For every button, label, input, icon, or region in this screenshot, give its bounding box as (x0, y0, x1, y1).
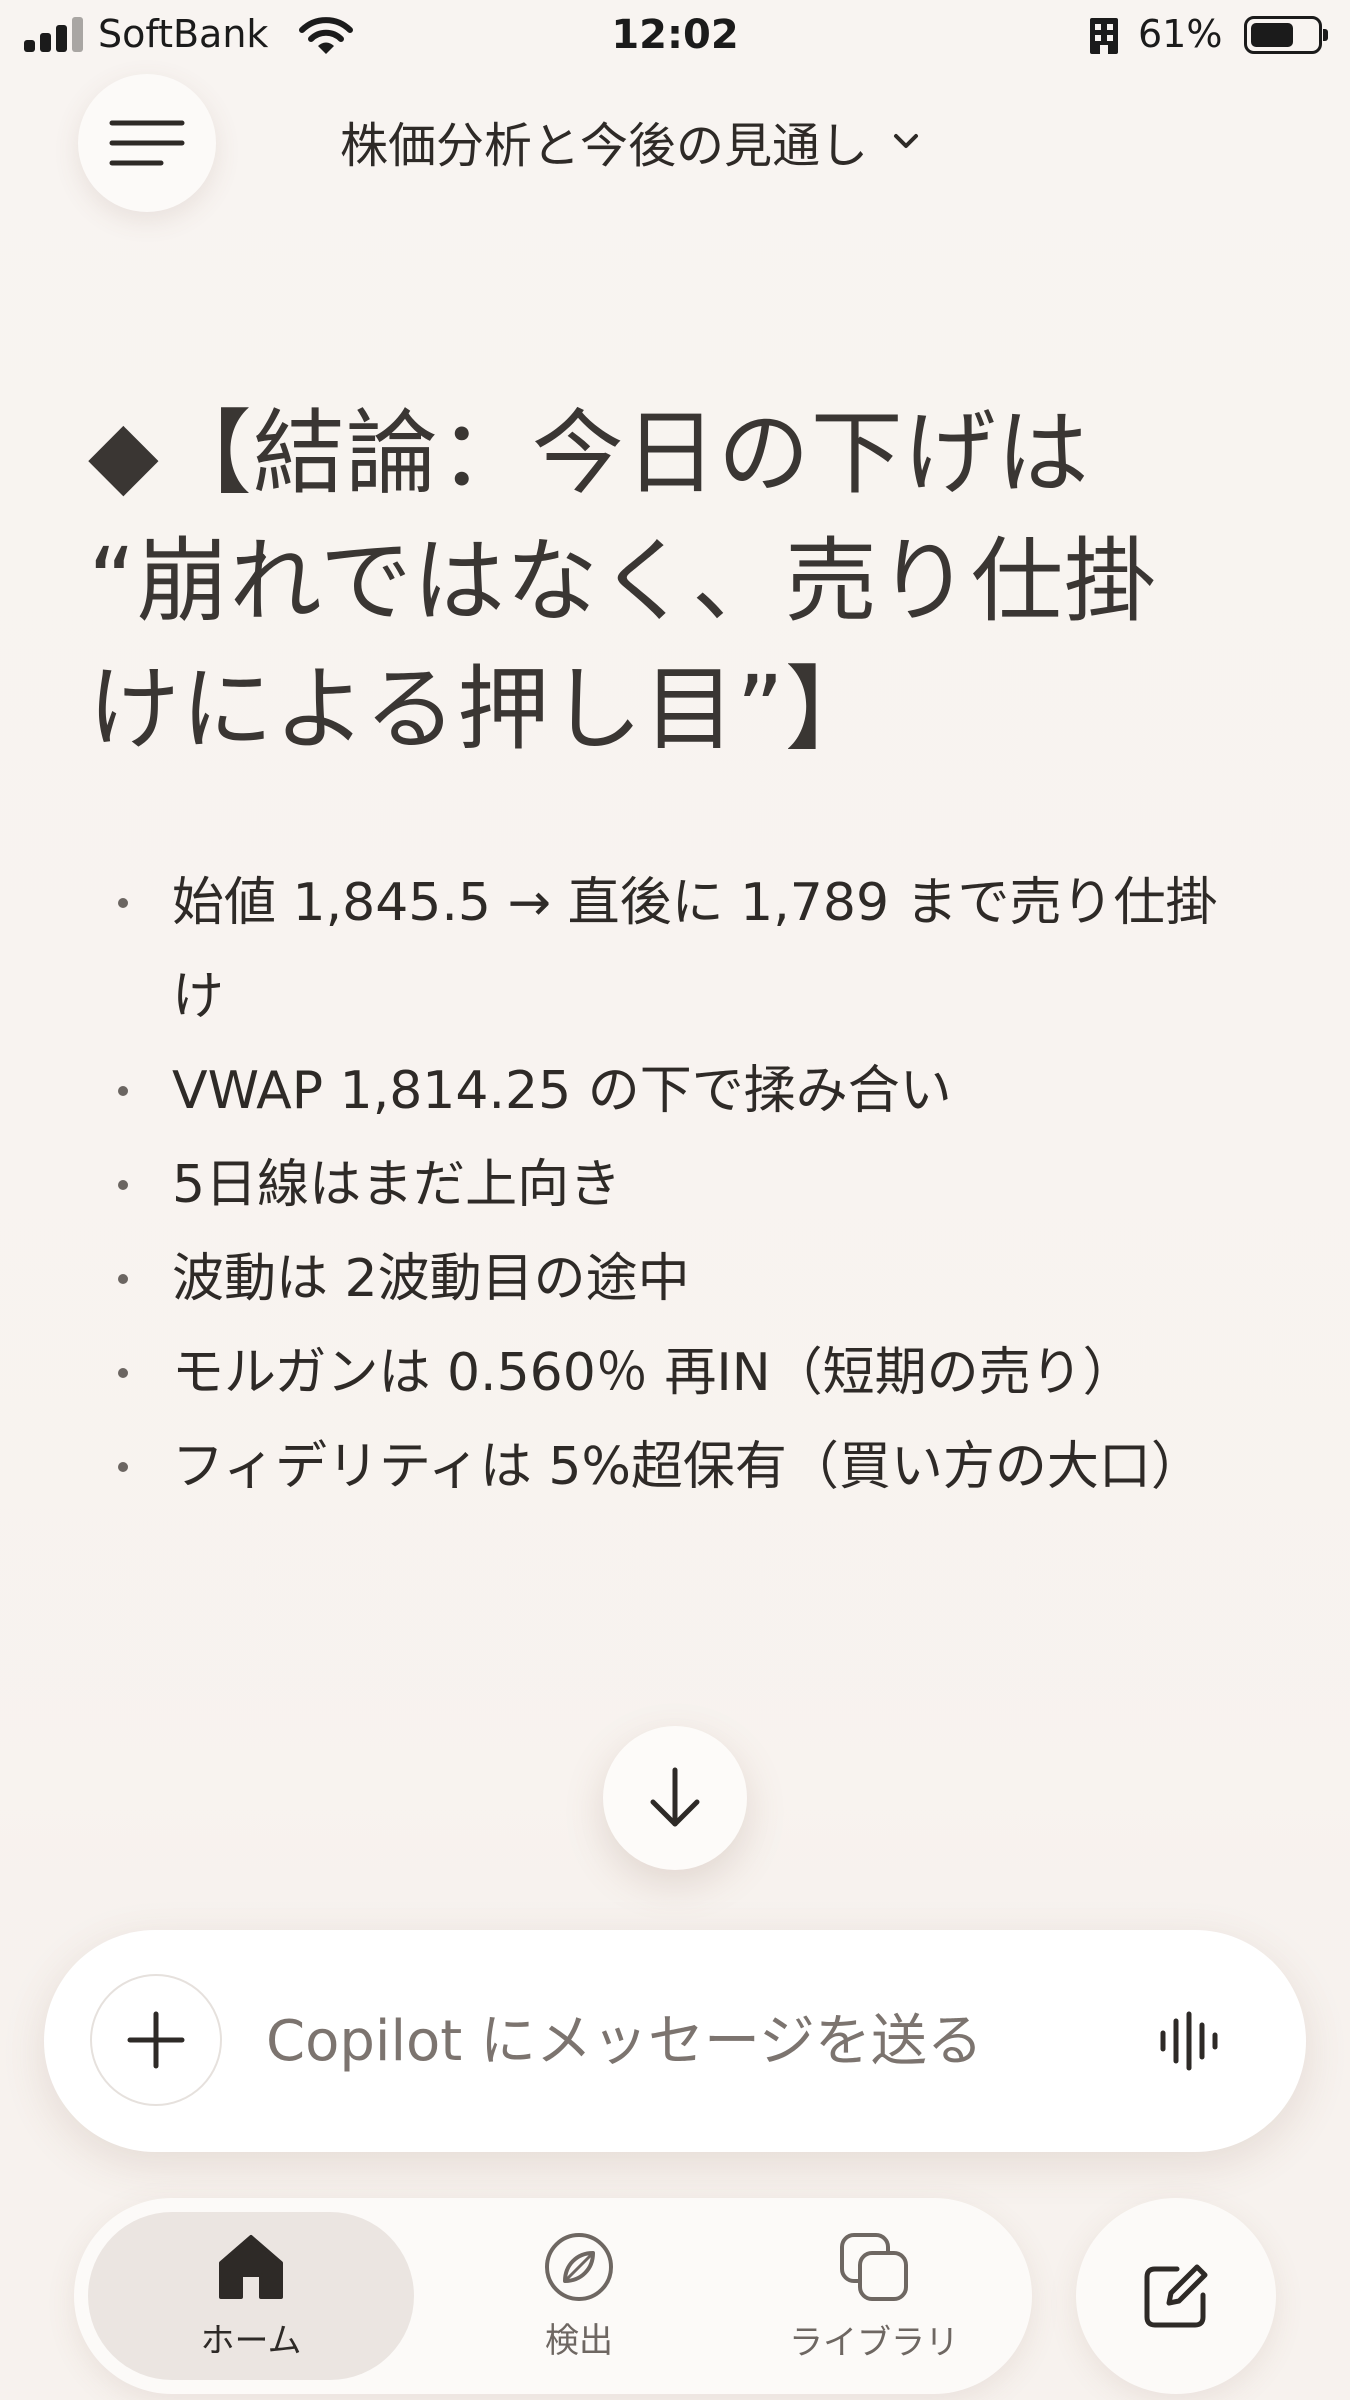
compose-icon (1144, 2264, 1208, 2328)
plus-icon (127, 2011, 185, 2069)
nav-home[interactable]: ホーム (88, 2212, 414, 2380)
home-icon (219, 2234, 283, 2299)
heading-line: “崩れではなく、売り仕掛 (88, 528, 1157, 635)
chat-title: 株価分析と今後の見通し (340, 118, 869, 174)
copilot-chat-screen: SoftBank 12:02 61% 株価分析と今後の見通し ◆【結論：今日の下… (0, 0, 1350, 2400)
status-bar: SoftBank 12:02 61% (0, 0, 1350, 76)
nav-discover[interactable]: 検出 (454, 2212, 704, 2380)
battery-icon (1244, 16, 1328, 54)
add-attachment-button[interactable] (90, 1974, 222, 2106)
nav-label: ホーム (200, 2320, 302, 2361)
bottom-nav: ホーム 検出 ライブラリ (74, 2198, 1032, 2394)
message-heading: ◆【結論：今日の下げは “崩れではなく、売り仕掛 けによる押し目”】 (88, 390, 1248, 774)
library-icon (840, 2232, 908, 2301)
message-composer (44, 1930, 1306, 2152)
chat-title-dropdown[interactable]: 株価分析と今後の見通し (340, 106, 922, 176)
bullet-list: 始値 1,845.5 → 直後に 1,789 まで売り仕掛け VWAP 1,81… (88, 856, 1248, 1514)
new-chat-button[interactable] (1076, 2198, 1276, 2394)
arrow-down-icon (650, 1767, 700, 1827)
hamburger-icon (109, 120, 185, 166)
nav-library[interactable]: ライブラリ (734, 2212, 1014, 2380)
scroll-to-bottom-button[interactable] (603, 1726, 747, 1870)
bullet-item: フィデリティは 5%超保有（買い方の大口） (88, 1420, 1248, 1514)
compass-icon (545, 2232, 613, 2301)
bullet-item: モルガンは 0.560％ 再IN（短期の売り） (88, 1326, 1248, 1420)
bullet-item: VWAP 1,814.25 の下で揉み合い (88, 1044, 1248, 1138)
battery-percent: 61% (1138, 12, 1223, 56)
voice-waveform-icon (1160, 2011, 1218, 2071)
heading-line: ◆【結論：今日の下げは (88, 400, 1090, 507)
message-input[interactable] (266, 1996, 1126, 2086)
bullet-item: 5日線はまだ上向き (88, 1138, 1248, 1232)
nav-label: 検出 (545, 2320, 613, 2361)
building-icon (1090, 18, 1118, 54)
bullet-item: 波動は 2波動目の途中 (88, 1232, 1248, 1326)
assistant-message: ◆【結論：今日の下げは “崩れではなく、売り仕掛 けによる押し目”】 始値 1,… (88, 390, 1248, 1514)
heading-line: けによる押し目”】 (88, 656, 878, 763)
menu-button[interactable] (78, 74, 216, 212)
bullet-item: 始値 1,845.5 → 直後に 1,789 まで売り仕掛け (88, 856, 1248, 1044)
nav-label: ライブラリ (789, 2322, 959, 2363)
voice-input-button[interactable] (1144, 1996, 1234, 2086)
chevron-down-icon (894, 134, 919, 148)
